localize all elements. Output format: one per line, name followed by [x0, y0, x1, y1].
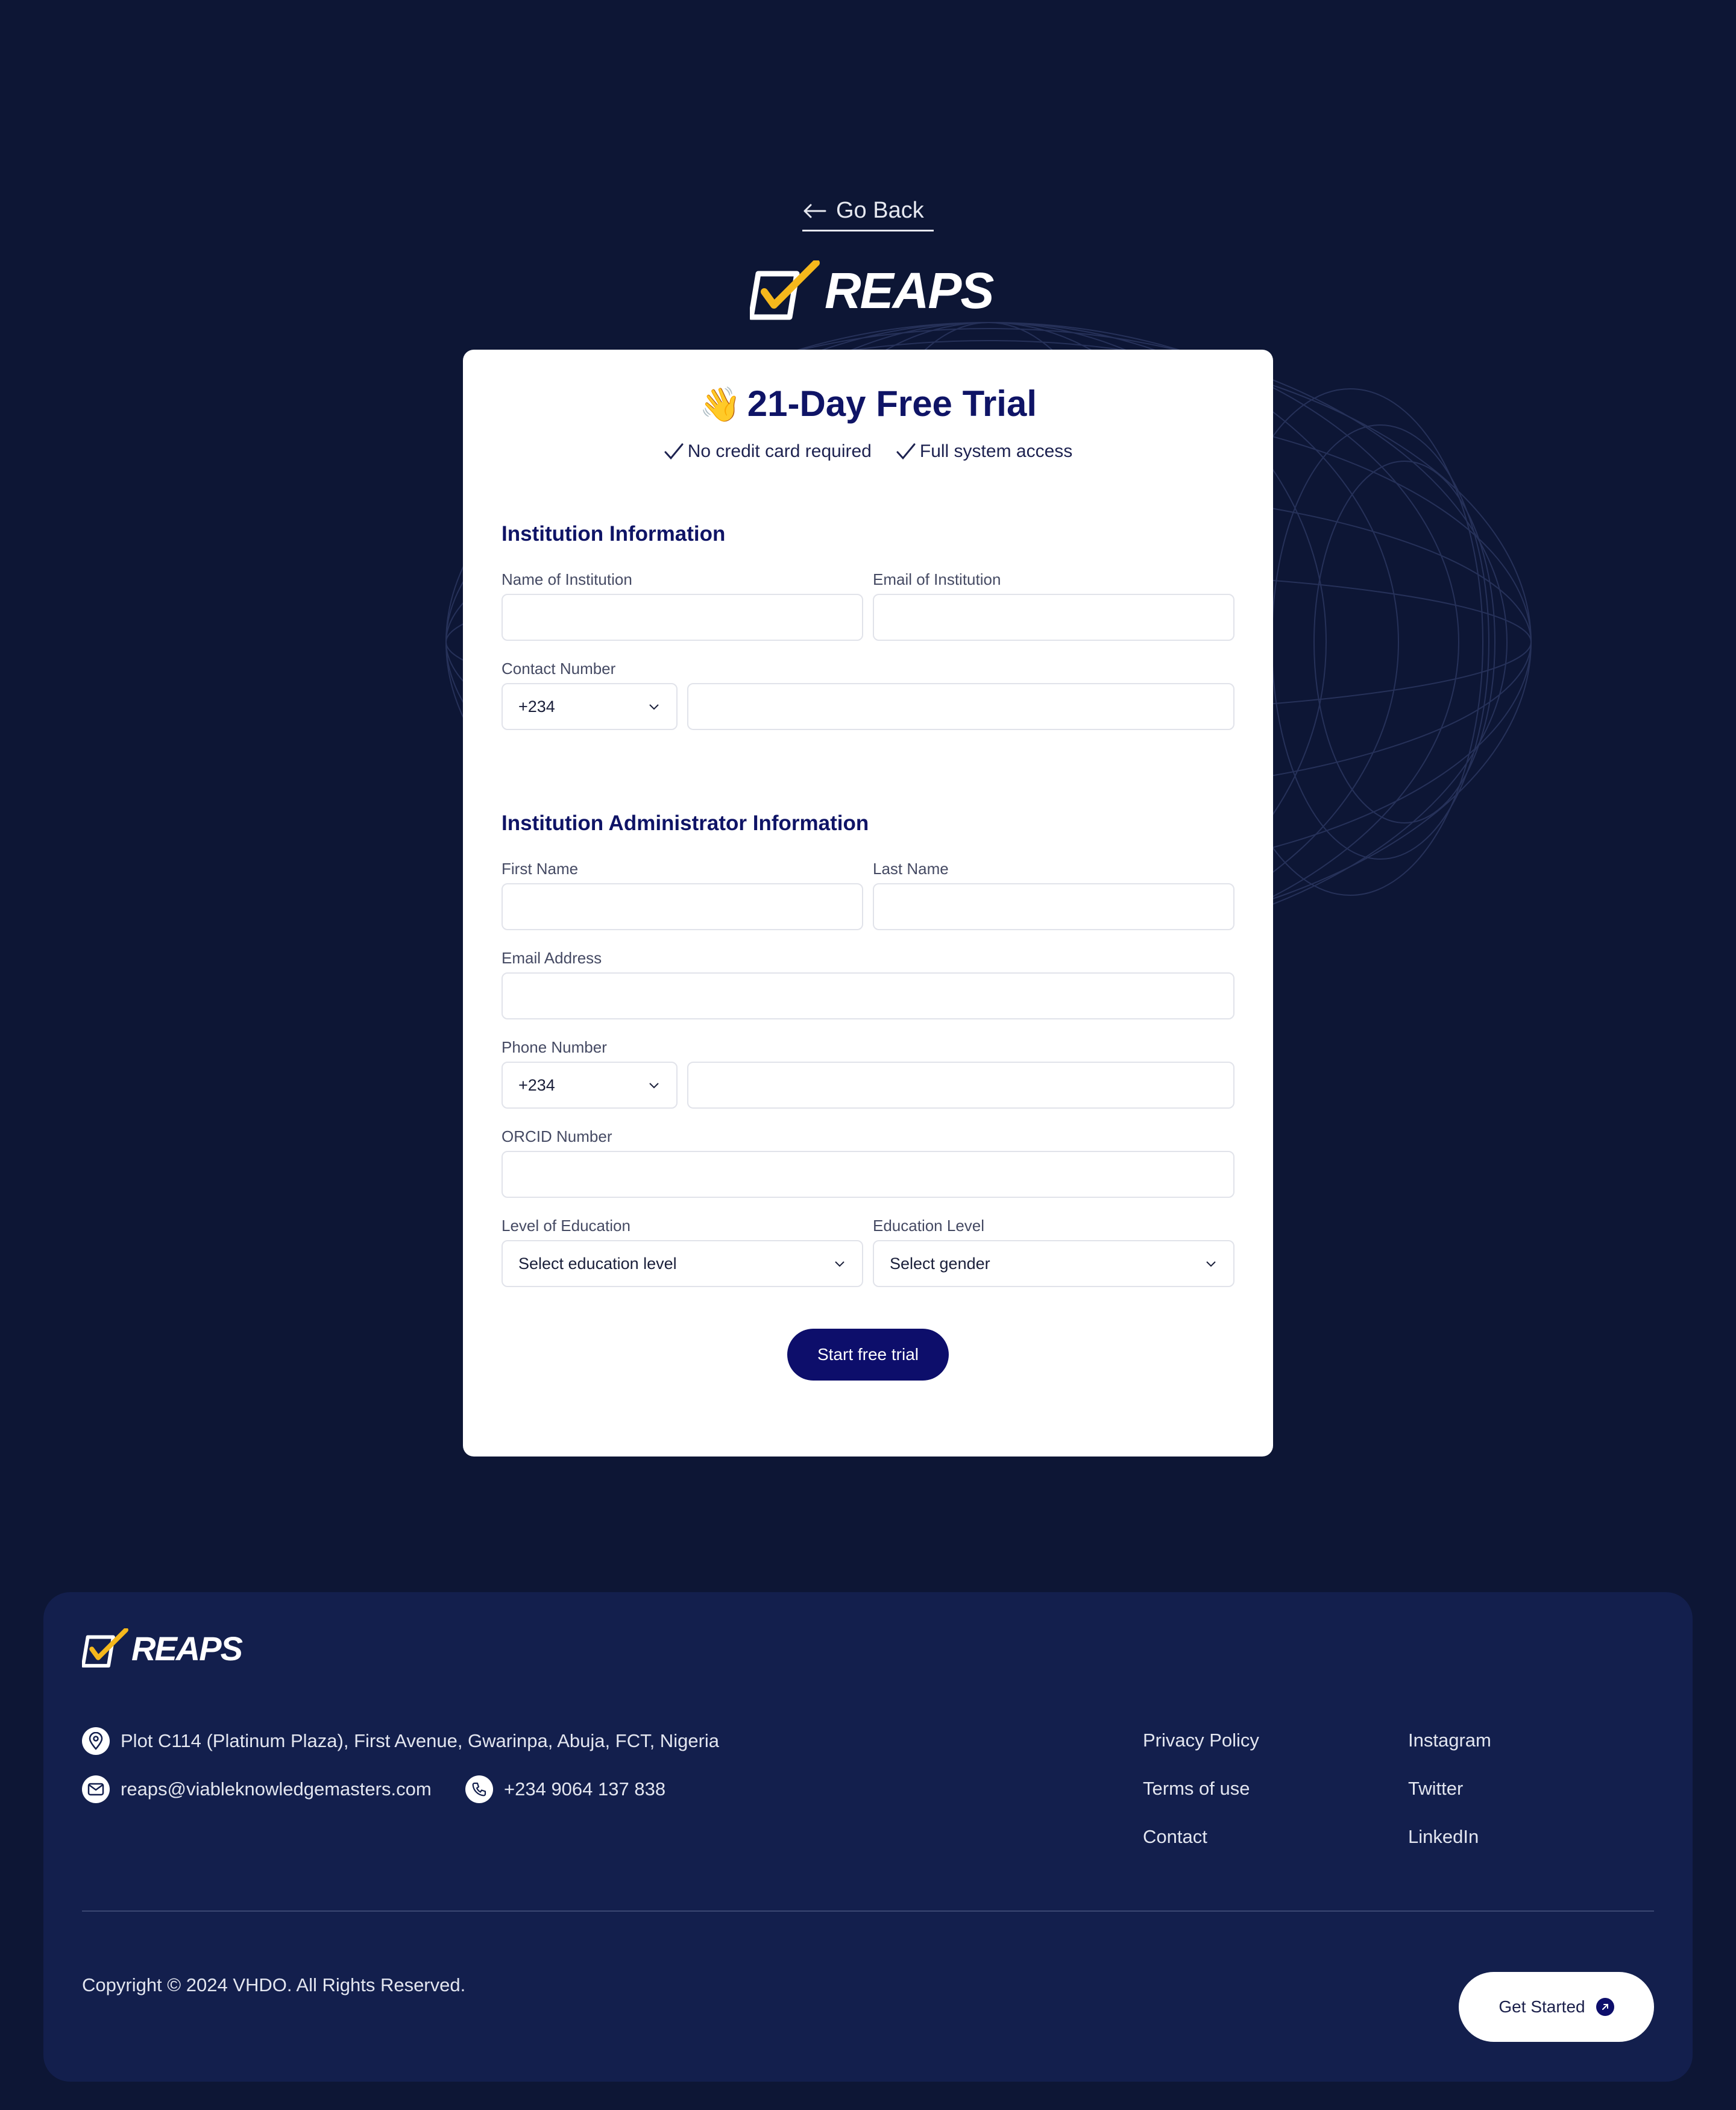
footer-email[interactable]: reaps@viableknowledgemasters.com [82, 1775, 432, 1803]
brand-logo[interactable]: REAPS [750, 260, 994, 321]
feature-item: Full system access [896, 441, 1072, 462]
email-address-input[interactable] [502, 972, 1234, 1019]
education-level-select[interactable]: Select gender [873, 1240, 1234, 1287]
orcid-input[interactable] [502, 1151, 1234, 1198]
location-pin-icon [82, 1727, 110, 1755]
footer-brand-logo[interactable]: REAPS [82, 1628, 243, 1668]
footer-link-instagram[interactable]: Instagram [1408, 1730, 1491, 1751]
contact-country-code-select[interactable]: +234 [502, 683, 678, 730]
footer-address-text: Plot C114 (Platinum Plaza), First Avenue… [121, 1730, 720, 1751]
checkbox-logo-icon [82, 1628, 128, 1668]
chevron-down-icon [649, 1083, 659, 1089]
feature-no-card: No credit card required [687, 441, 872, 461]
institution-name-input[interactable] [502, 594, 863, 641]
checkmark-icon [896, 443, 916, 460]
trial-form-card: 👋 21-Day Free Trial No credit card requir… [463, 350, 1273, 1457]
get-started-label: Get Started [1499, 1997, 1585, 2016]
start-free-trial-button[interactable]: Start free trial [787, 1329, 949, 1381]
institution-section-title: Institution Information [502, 522, 726, 546]
footer-link-twitter[interactable]: Twitter [1408, 1778, 1463, 1800]
features-list: No credit card required Full system acce… [463, 441, 1273, 462]
footer-address: Plot C114 (Platinum Plaza), First Avenue… [82, 1727, 719, 1755]
contact-number-input[interactable] [687, 683, 1234, 730]
footer: REAPS Plot C114 (Platinum Plaza), First … [43, 1592, 1693, 2082]
orcid-label: ORCID Number [502, 1127, 612, 1145]
copyright-text: Copyright © 2024 VHDO. All Rights Reserv… [82, 1974, 466, 1995]
level-of-education-value: Select education level [518, 1254, 677, 1273]
brand-name: REAPS [825, 262, 994, 319]
mail-icon [82, 1775, 110, 1803]
contact-country-code: +234 [518, 697, 555, 716]
footer-phone-text: +234 9064 137 838 [504, 1778, 666, 1800]
get-started-button[interactable]: Get Started [1459, 1972, 1654, 2042]
phone-number-label: Phone Number [502, 1038, 607, 1056]
phone-country-code-select[interactable]: +234 [502, 1062, 678, 1109]
education-level-label: Education Level [873, 1217, 985, 1235]
last-name-input[interactable] [873, 883, 1234, 930]
phone-icon [465, 1775, 493, 1803]
card-title-text: 21-Day Free Trial [747, 383, 1037, 424]
checkmark-icon [664, 443, 684, 460]
checkbox-logo-icon [750, 260, 820, 320]
chevron-down-icon [649, 704, 659, 710]
arrow-up-right-icon [1596, 1998, 1614, 2016]
institution-email-input[interactable] [873, 594, 1234, 641]
level-of-education-label: Level of Education [502, 1217, 631, 1235]
institution-email-label: Email of Institution [873, 570, 1001, 588]
chevron-down-icon [835, 1261, 844, 1267]
admin-section-title: Institution Administrator Information [502, 811, 869, 835]
footer-phone[interactable]: +234 9064 137 838 [465, 1775, 665, 1803]
contact-number-label: Contact Number [502, 660, 616, 678]
chevron-down-icon [1206, 1261, 1216, 1267]
last-name-label: Last Name [873, 860, 949, 878]
feature-item: No credit card required [664, 441, 872, 462]
phone-number-input[interactable] [687, 1062, 1234, 1109]
waving-hand-icon: 👋 [699, 385, 741, 423]
footer-email-text: reaps@viableknowledgemasters.com [121, 1778, 432, 1800]
footer-link-privacy[interactable]: Privacy Policy [1143, 1730, 1259, 1751]
arrow-left-icon [804, 204, 826, 218]
first-name-label: First Name [502, 860, 579, 878]
go-back-label: Go Back [836, 198, 924, 223]
feature-full-access: Full system access [919, 441, 1073, 461]
email-address-label: Email Address [502, 949, 602, 967]
footer-link-linkedin[interactable]: LinkedIn [1408, 1826, 1479, 1848]
institution-name-label: Name of Institution [502, 570, 632, 588]
card-title: 👋 21-Day Free Trial [463, 383, 1273, 424]
first-name-input[interactable] [502, 883, 863, 930]
footer-link-terms[interactable]: Terms of use [1143, 1778, 1250, 1800]
education-level-value: Select gender [890, 1254, 990, 1273]
level-of-education-select[interactable]: Select education level [502, 1240, 863, 1287]
footer-link-contact[interactable]: Contact [1143, 1826, 1207, 1848]
phone-country-code: +234 [518, 1075, 555, 1094]
footer-brand-name: REAPS [131, 1629, 243, 1668]
footer-divider [82, 1910, 1654, 1912]
go-back-link[interactable]: Go Back [802, 192, 934, 231]
